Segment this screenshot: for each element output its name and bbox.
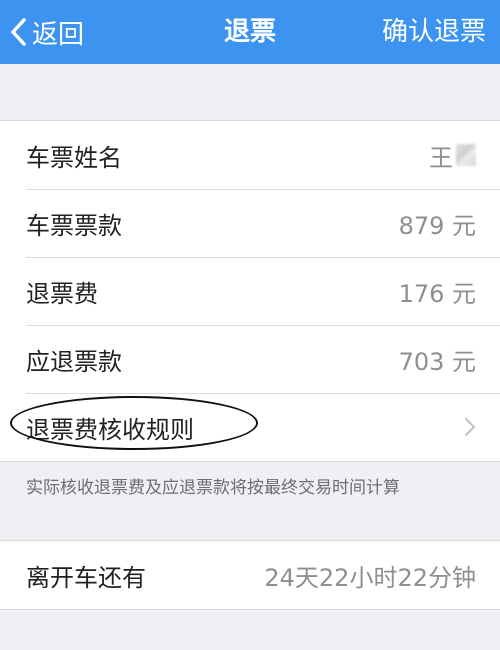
refund-amount-row: 应退票款 703 元: [0, 325, 500, 393]
departure-group: 离开车还有 24天22小时22分钟: [0, 540, 500, 610]
refund-details-group: 车票姓名 王 车票票款 879 元 退票费 176 元 应退票款 703 元 退…: [0, 120, 500, 462]
passenger-name-text: 王: [429, 143, 453, 172]
refund-note: 实际核收退票费及应退票款将按最终交易时间计算: [26, 478, 400, 498]
refund-amount-value: 703 元: [398, 347, 476, 376]
navigation-bar: 返回 退票 确认退票: [0, 0, 500, 64]
refund-fee-rules-label-wrap: 退票费核收规则: [10, 395, 258, 450]
chevron-left-icon: [10, 18, 26, 46]
back-label: 返回: [32, 19, 85, 50]
passenger-name-row: 车票姓名 王: [0, 121, 500, 189]
redacted-name-mask: [456, 144, 476, 166]
refund-fee-label: 退票费: [26, 279, 98, 308]
ticket-price-row: 车票票款 879 元: [0, 189, 500, 257]
passenger-name-value: 王: [429, 138, 476, 173]
back-button[interactable]: 返回: [10, 0, 84, 64]
departure-countdown-label: 离开车还有: [26, 563, 146, 592]
refund-fee-row: 退票费 176 元: [0, 257, 500, 325]
ticket-price-label: 车票票款: [26, 211, 122, 240]
highlight-ellipse: [10, 395, 258, 450]
passenger-name-label: 车票姓名: [26, 143, 122, 172]
refund-fee-rules-row[interactable]: 退票费核收规则: [0, 393, 500, 461]
confirm-refund-button[interactable]: 确认退票: [382, 0, 486, 64]
refund-amount-label: 应退票款: [26, 347, 122, 376]
chevron-right-icon: [464, 417, 476, 437]
refund-fee-value: 176 元: [398, 279, 476, 308]
departure-countdown-row: 离开车还有 24天22小时22分钟: [0, 541, 500, 609]
ticket-price-value: 879 元: [398, 211, 476, 240]
departure-countdown-value: 24天22小时22分钟: [264, 563, 476, 592]
